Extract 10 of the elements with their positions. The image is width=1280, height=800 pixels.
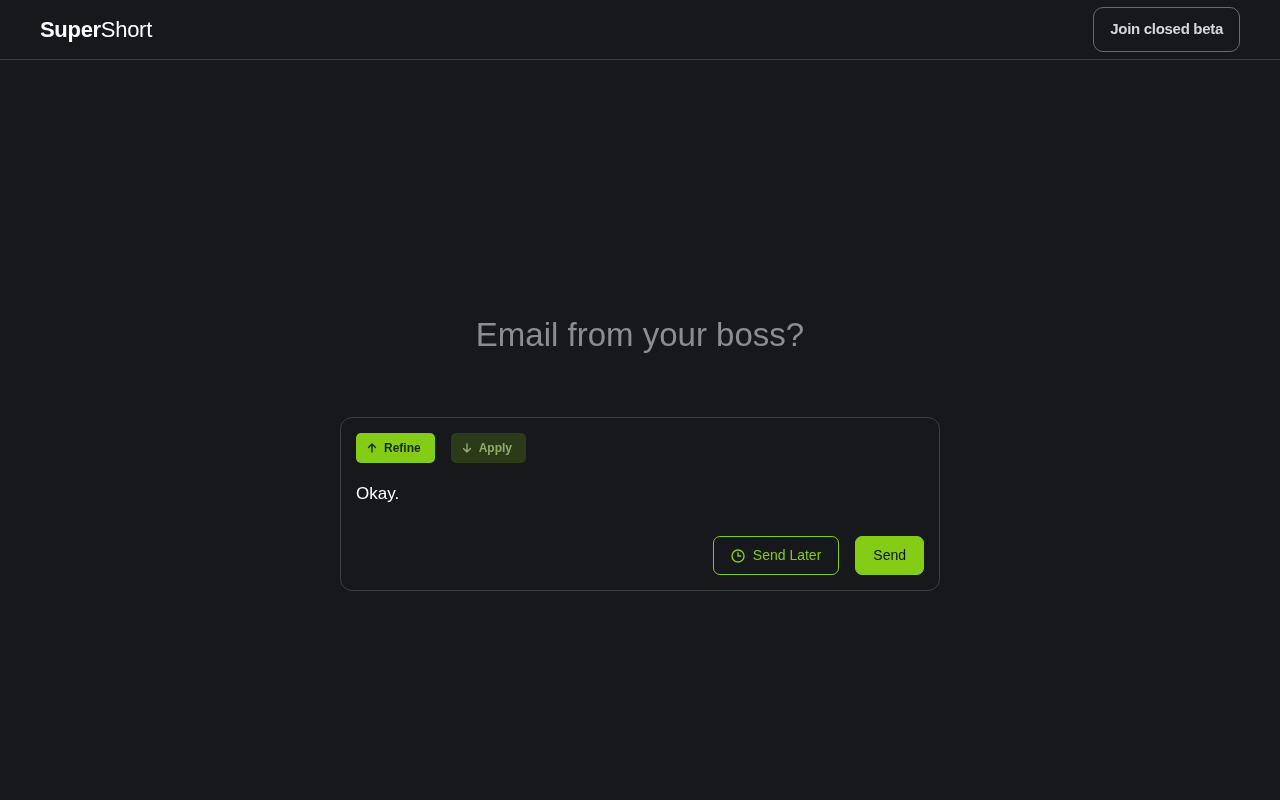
clock-icon [730,548,745,563]
send-button[interactable]: Send [855,536,924,576]
send-later-button[interactable]: Send Later [712,536,840,576]
refine-button[interactable]: Refine [356,432,435,463]
logo[interactable]: SuperShort [40,13,152,46]
message-text[interactable]: Okay. [356,480,924,507]
arrow-up-icon [366,441,378,454]
heading: Email from your boss? [475,315,805,355]
join-beta-button[interactable]: Join closed beta [1093,7,1240,52]
arrow-down-icon [460,441,473,454]
